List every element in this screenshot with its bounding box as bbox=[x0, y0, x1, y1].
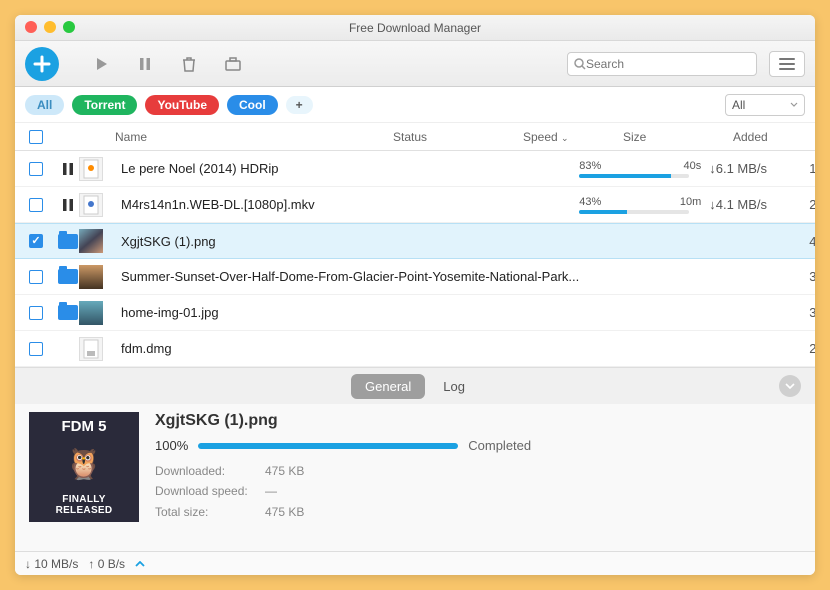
tags-row: All Torrent YouTube Cool + All bbox=[15, 87, 815, 123]
trash-icon bbox=[182, 56, 196, 72]
play-icon bbox=[94, 57, 108, 71]
pause-icon bbox=[139, 57, 151, 71]
size-value: 367 KB bbox=[809, 305, 815, 320]
details-pane: General Log FDM 5 🦉 FINALLY RELEASED Xgj… bbox=[15, 367, 815, 551]
resume-button[interactable] bbox=[81, 49, 121, 79]
pause-icon bbox=[62, 198, 74, 212]
column-headers: Name Status Speed ⌄ Size Added bbox=[15, 123, 815, 151]
file-name: Summer-Sunset-Over-Half-Dome-From-Glacie… bbox=[113, 269, 579, 284]
open-folder-button[interactable] bbox=[213, 49, 253, 79]
dmg-icon bbox=[79, 337, 103, 361]
header-speed[interactable]: Speed ⌄ bbox=[523, 130, 623, 144]
header-size[interactable]: Size bbox=[623, 130, 733, 144]
tab-general[interactable]: General bbox=[351, 374, 425, 399]
table-row[interactable]: home-img-01.jpg 367 KB 22:43 bbox=[15, 295, 815, 331]
header-status[interactable]: Status bbox=[393, 130, 523, 144]
row-checkbox[interactable] bbox=[29, 234, 43, 248]
detail-percent: 100% bbox=[155, 438, 188, 453]
select-all-checkbox[interactable] bbox=[29, 130, 43, 144]
file-name: home-img-01.jpg bbox=[113, 305, 579, 320]
size-value: 1.22 / 1.46 GB bbox=[809, 161, 815, 176]
chevron-up-icon bbox=[135, 561, 145, 567]
chevron-down-icon bbox=[790, 102, 798, 107]
file-name: XgjtSKG (1).png bbox=[113, 234, 579, 249]
search-icon bbox=[574, 58, 586, 70]
folder-icon bbox=[57, 269, 79, 284]
speed-value: ↓6.1 MB/s bbox=[709, 161, 809, 176]
minimize-icon[interactable] bbox=[44, 21, 56, 33]
file-name: Le pere Noel (2014) HDRip bbox=[113, 161, 579, 176]
expand-button[interactable] bbox=[135, 561, 145, 567]
chevron-down-icon bbox=[785, 383, 795, 389]
header-added[interactable]: Added bbox=[733, 130, 793, 144]
table-row[interactable]: XgjtSKG (1).png 475 KB 22:44 bbox=[15, 223, 815, 259]
row-checkbox[interactable] bbox=[29, 306, 43, 320]
collapse-button[interactable] bbox=[779, 375, 801, 397]
table-row[interactable]: fdm.dmg 23.0 MB 16:05 bbox=[15, 331, 815, 367]
size-value: 23.0 MB bbox=[809, 341, 815, 356]
plus-icon bbox=[33, 55, 51, 73]
thumbnail-icon bbox=[79, 301, 103, 325]
download-speed: ↓ 10 MB/s bbox=[25, 557, 78, 571]
tag-all[interactable]: All bbox=[25, 95, 64, 115]
filter-value: All bbox=[732, 98, 745, 112]
tab-log[interactable]: Log bbox=[429, 374, 479, 399]
window-controls bbox=[25, 21, 75, 33]
search-box[interactable] bbox=[567, 52, 757, 76]
tag-youtube[interactable]: YouTube bbox=[145, 95, 219, 115]
file-icon bbox=[79, 157, 103, 181]
thumbnail-icon bbox=[79, 229, 103, 253]
row-checkbox[interactable] bbox=[29, 342, 43, 356]
pause-button[interactable] bbox=[125, 49, 165, 79]
folder-icon bbox=[57, 234, 79, 249]
search-input[interactable] bbox=[586, 57, 750, 71]
toolbar bbox=[15, 41, 815, 87]
size-value: 307 KB bbox=[809, 269, 815, 284]
table-row[interactable]: Le pere Noel (2014) HDRip 83%40s ↓6.1 MB… bbox=[15, 151, 815, 187]
menu-button[interactable] bbox=[769, 51, 805, 77]
add-tag-button[interactable]: + bbox=[286, 96, 313, 114]
thumbnail-icon bbox=[79, 265, 103, 289]
table-row[interactable]: Summer-Sunset-Over-Half-Dome-From-Glacie… bbox=[15, 259, 815, 295]
size-value: 2.38 / 5.45 GB bbox=[809, 197, 815, 212]
tag-cool[interactable]: Cool bbox=[227, 95, 278, 115]
hamburger-icon bbox=[779, 58, 795, 70]
progress-bar bbox=[579, 174, 689, 178]
preview-thumbnail: FDM 5 🦉 FINALLY RELEASED bbox=[29, 412, 139, 522]
details-tabs: General Log bbox=[15, 368, 815, 404]
download-list: Le pere Noel (2014) HDRip 83%40s ↓6.1 MB… bbox=[15, 151, 815, 367]
chevron-down-icon: ⌄ bbox=[561, 133, 569, 143]
progress-bar bbox=[579, 210, 689, 214]
titlebar: Free Download Manager bbox=[15, 15, 815, 41]
status-bar: ↓ 10 MB/s ↑ 0 B/s bbox=[15, 551, 815, 575]
zoom-icon[interactable] bbox=[63, 21, 75, 33]
app-window: Free Download Manager All Torrent YouT bbox=[15, 15, 815, 575]
pause-icon bbox=[62, 162, 74, 176]
add-download-button[interactable] bbox=[25, 47, 59, 81]
row-checkbox[interactable] bbox=[29, 270, 43, 284]
progress-bar bbox=[198, 443, 458, 449]
upload-speed: ↑ 0 B/s bbox=[88, 557, 125, 571]
table-row[interactable]: M4rs14n1n.WEB-DL.[1080p].mkv 43%10m ↓4.1… bbox=[15, 187, 815, 223]
header-name[interactable]: Name bbox=[113, 130, 393, 144]
detail-title: XgjtSKG (1).png bbox=[155, 412, 801, 430]
file-name: fdm.dmg bbox=[113, 341, 579, 356]
briefcase-icon bbox=[225, 57, 241, 71]
detail-status: Completed bbox=[468, 438, 531, 453]
speed-value: ↓4.1 MB/s bbox=[709, 197, 809, 212]
filter-select[interactable]: All bbox=[725, 94, 805, 116]
file-icon bbox=[79, 193, 103, 217]
size-value: 475 KB bbox=[809, 234, 815, 249]
row-checkbox[interactable] bbox=[29, 198, 43, 212]
file-name: M4rs14n1n.WEB-DL.[1080p].mkv bbox=[113, 197, 579, 212]
close-icon[interactable] bbox=[25, 21, 37, 33]
window-title: Free Download Manager bbox=[349, 21, 481, 35]
tag-torrent[interactable]: Torrent bbox=[72, 95, 137, 115]
row-checkbox[interactable] bbox=[29, 162, 43, 176]
folder-icon bbox=[57, 305, 79, 320]
delete-button[interactable] bbox=[169, 49, 209, 79]
